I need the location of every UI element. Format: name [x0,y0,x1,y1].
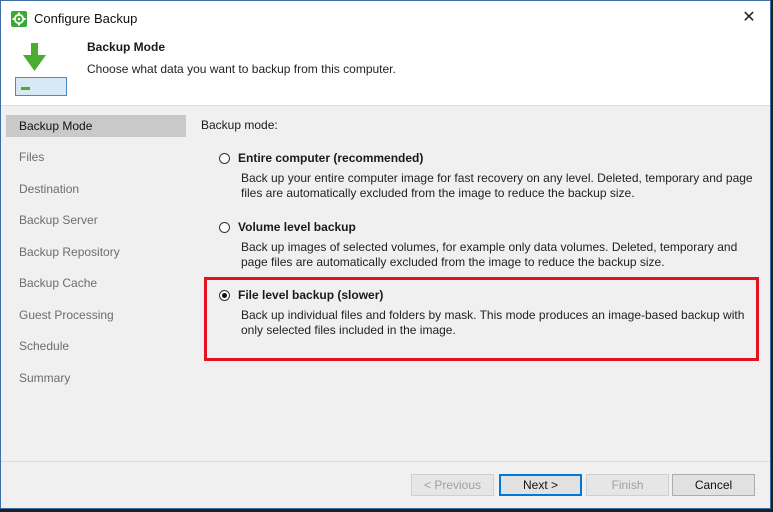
option-title[interactable]: Entire computer (recommended) [238,151,423,165]
close-button[interactable]: ✕ [734,5,764,31]
page-subtitle: Choose what data you want to backup from… [87,62,396,76]
previous-button[interactable]: < Previous [411,474,494,496]
sidebar-item-backup-repository[interactable]: Backup Repository [6,241,186,263]
option-title[interactable]: Volume level backup [238,220,356,234]
window-title: Configure Backup [34,11,138,26]
sidebar-item-backup-cache[interactable]: Backup Cache [6,272,186,294]
sidebar-item-guest-processing[interactable]: Guest Processing [6,304,186,326]
sidebar-item-backup-server[interactable]: Backup Server [6,209,186,231]
configure-backup-window: Configure Backup ✕ Backup Mode Choose wh… [0,0,771,509]
cancel-button[interactable]: Cancel [672,474,755,496]
sidebar-item-summary[interactable]: Summary [6,367,186,389]
page-header: Backup Mode Choose what data you want to… [1,35,770,105]
sidebar-item-destination[interactable]: Destination [6,178,186,200]
page-title: Backup Mode [87,40,166,54]
option-description: Back up images of selected volumes, for … [241,240,738,269]
finish-button[interactable]: Finish [586,474,669,496]
wizard-steps-sidebar: Backup Mode Files Destination Backup Ser… [1,105,191,462]
title-bar: Configure Backup ✕ [1,1,770,35]
wizard-footer: < Previous Next > Finish Cancel [1,461,770,508]
download-arrow-disk-icon [15,43,69,97]
sidebar-item-files[interactable]: Files [6,146,186,168]
radio-entire-computer[interactable] [219,153,230,164]
highlight-box [204,277,759,361]
radio-volume-level[interactable] [219,222,230,233]
main-panel: Backup mode: Entire computer (recommende… [191,105,770,462]
app-gear-icon [11,11,27,27]
option-description: Back up your entire computer image for f… [241,171,753,200]
sidebar-item-backup-mode[interactable]: Backup Mode [6,115,186,137]
backup-mode-label: Backup mode: [201,118,278,132]
sidebar-item-schedule[interactable]: Schedule [6,335,186,357]
next-button[interactable]: Next > [499,474,582,496]
